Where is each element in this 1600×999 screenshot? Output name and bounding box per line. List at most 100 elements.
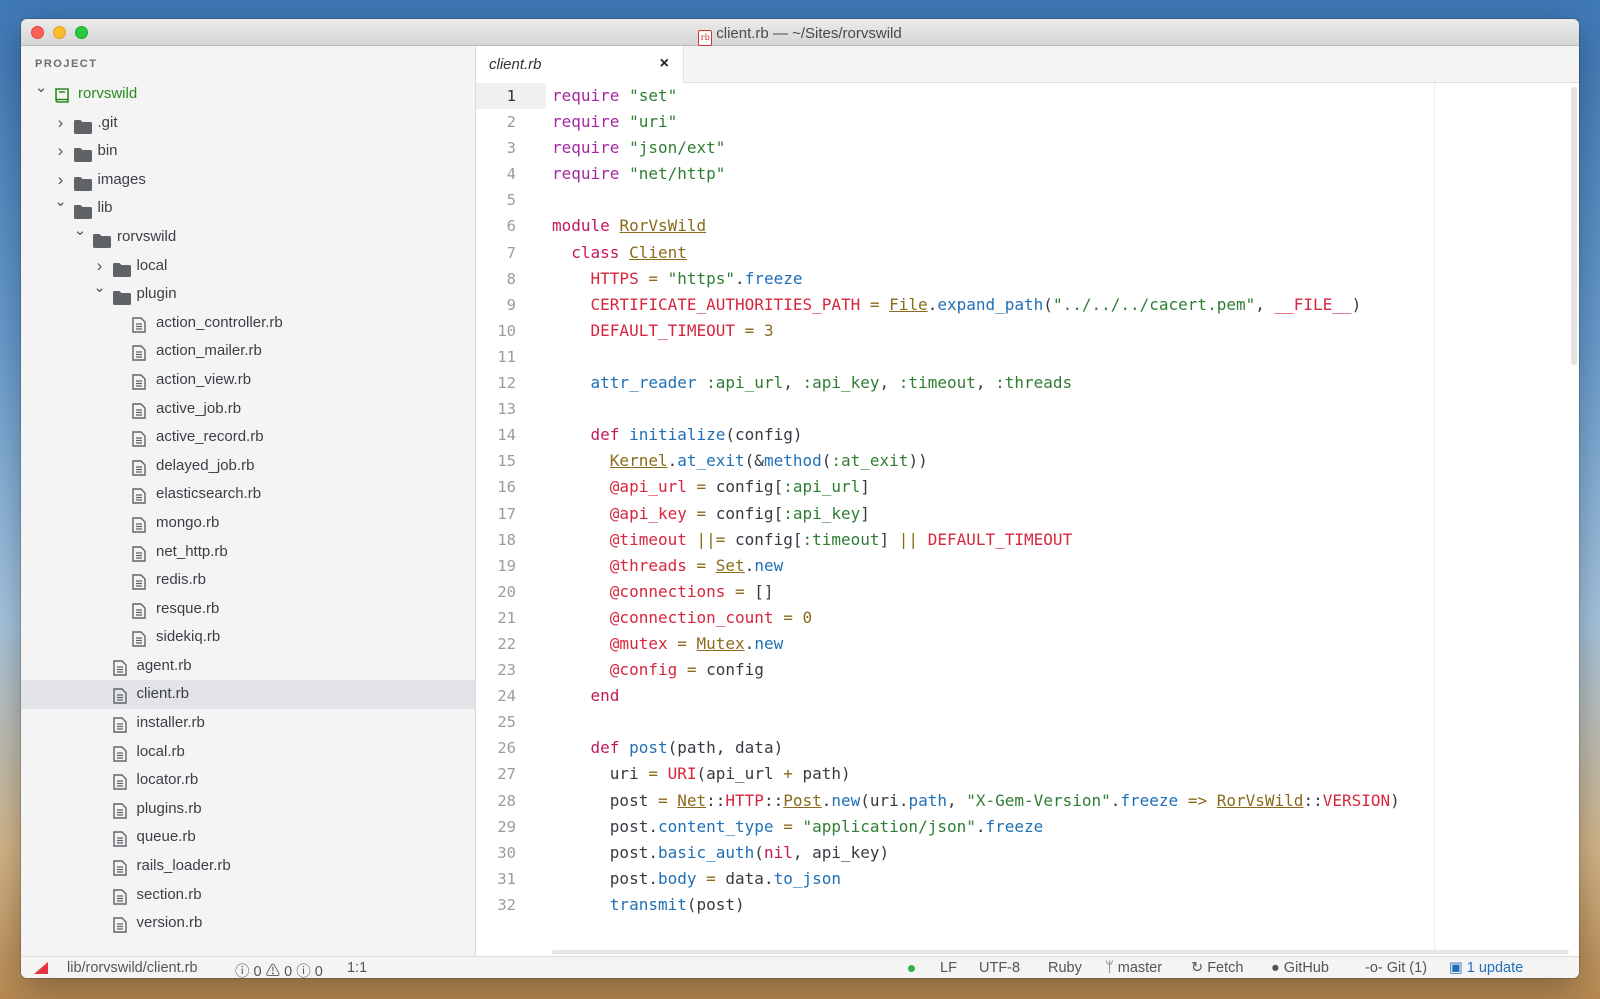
- chevron-down-icon[interactable]: ⌄: [54, 188, 68, 217]
- tree-file-item[interactable]: agent.rb: [21, 652, 475, 681]
- tree-folder-item[interactable]: ⌄ rorvswild: [21, 222, 475, 252]
- code-editor[interactable]: 1 2 3 4 5 6 7 8 9 10 11 12 13 14 15 16 17 18 19 20 21 22 23 24 2…: [476, 83, 1579, 956]
- tree-file-item[interactable]: net_http.rb: [21, 538, 475, 567]
- code-token: RorVsWild: [619, 216, 707, 236]
- code-line[interactable]: @api_url = config[:api_url]: [552, 474, 1579, 500]
- code-line[interactable]: transmit(post): [552, 892, 1579, 918]
- fetch-button[interactable]: ↻ Fetch: [1191, 960, 1243, 976]
- horizontal-scrollbar[interactable]: [552, 950, 1569, 954]
- code-line[interactable]: require "uri": [552, 109, 1579, 135]
- code-line[interactable]: CERTIFICATE_AUTHORITIES_PATH = File.expa…: [552, 292, 1579, 318]
- code-line[interactable]: @threads = Set.new: [552, 553, 1579, 579]
- tab-client-rb[interactable]: client.rb ×: [476, 46, 684, 83]
- code-line[interactable]: post.basic_auth(nil, api_key): [552, 840, 1579, 866]
- tree-file-item[interactable]: elasticsearch.rb: [21, 480, 475, 509]
- github-button[interactable]: ● GitHub: [1271, 960, 1329, 976]
- tree-file-item[interactable]: action_mailer.rb: [21, 337, 475, 366]
- chevron-down-icon[interactable]: ⌄: [34, 74, 48, 103]
- chevron-right-icon[interactable]: ›: [54, 109, 68, 138]
- code-token: Client: [629, 242, 687, 262]
- tree-file-item[interactable]: local.rb: [21, 738, 475, 767]
- code-line[interactable]: post = Net::HTTP::Post.new(uri.path, "X-…: [552, 788, 1579, 814]
- tree-file-item[interactable]: locator.rb: [21, 766, 475, 795]
- code-line[interactable]: Kernel.at_exit(&method(:at_exit)): [552, 448, 1579, 474]
- tree-file-item[interactable]: action_controller.rb: [21, 309, 475, 338]
- line-ending[interactable]: LF: [940, 960, 957, 976]
- code-line[interactable]: [552, 187, 1579, 213]
- code-line[interactable]: end: [552, 683, 1579, 709]
- code-line[interactable]: require "net/http": [552, 161, 1579, 187]
- tree-file-item[interactable]: resque.rb: [21, 595, 475, 624]
- tree-item-label: action_mailer.rb: [156, 342, 262, 360]
- line-number-gutter: 1 2 3 4 5 6 7 8 9 10 11 12 13 14 15 16 17 18 19 20 21 22 23 24 2…: [476, 83, 546, 956]
- tree-file-item[interactable]: active_record.rb: [21, 423, 475, 452]
- git-branch[interactable]: ᛘ master: [1105, 960, 1162, 976]
- code-token: .: [975, 816, 986, 836]
- git-button[interactable]: -o- Git (1): [1365, 960, 1427, 976]
- code-line[interactable]: require "json/ext": [552, 135, 1579, 161]
- chevron-right-icon[interactable]: ›: [54, 137, 68, 166]
- tree-file-item[interactable]: plugins.rb: [21, 795, 475, 824]
- code-line[interactable]: require "set": [552, 83, 1579, 109]
- code-token: Set: [715, 555, 745, 575]
- cursor-position[interactable]: 1:1: [347, 960, 367, 976]
- code-lines[interactable]: require "set" require "uri" require "json/…: [552, 83, 1579, 918]
- line-number: 4: [506, 165, 516, 184]
- diagnostics-count[interactable]: ⓘ 0 ⚠ 0 ⓘ 0: [235, 960, 323, 978]
- code-line[interactable]: [552, 396, 1579, 422]
- code-line[interactable]: module RorVsWild: [552, 213, 1579, 239]
- code-line[interactable]: post.body = data.to_json: [552, 866, 1579, 892]
- code-line[interactable]: @connection_count = 0: [552, 605, 1579, 631]
- code-line[interactable]: def post(path, data): [552, 735, 1579, 761]
- code-token: path: [908, 790, 947, 810]
- code-line[interactable]: class Client: [552, 240, 1579, 266]
- tree-file-item[interactable]: redis.rb: [21, 566, 475, 595]
- tree-file-item[interactable]: version.rb: [21, 909, 475, 938]
- close-tab-icon[interactable]: ×: [660, 55, 669, 73]
- code-line[interactable]: post.content_type = "application/json".f…: [552, 814, 1579, 840]
- code-line[interactable]: DEFAULT_TIMEOUT = 3: [552, 318, 1579, 344]
- code-line[interactable]: @connections = []: [552, 579, 1579, 605]
- chevron-down-icon[interactable]: ⌄: [73, 217, 87, 246]
- code-line[interactable]: attr_reader :api_url, :api_key, :timeout…: [552, 370, 1579, 396]
- tree-file-item[interactable]: active_job.rb: [21, 395, 475, 424]
- code-token: :timeout: [802, 529, 880, 549]
- code-line[interactable]: @api_key = config[:api_key]: [552, 501, 1579, 527]
- tab-bar: client.rb ×: [476, 46, 1579, 83]
- file-encoding[interactable]: UTF-8: [979, 960, 1020, 976]
- vertical-scrollbar[interactable]: [1571, 87, 1577, 365]
- tree-file-item[interactable]: installer.rb: [21, 709, 475, 738]
- tree-file-item[interactable]: rails_loader.rb: [21, 852, 475, 881]
- code-line[interactable]: uri = URI(api_url + path): [552, 761, 1579, 787]
- code-line[interactable]: [552, 709, 1579, 735]
- code-line[interactable]: @mutex = Mutex.new: [552, 631, 1579, 657]
- chevron-down-icon[interactable]: ⌄: [93, 274, 107, 303]
- tree-folder-item[interactable]: › .git: [21, 109, 475, 138]
- tree-file-item[interactable]: action_view.rb: [21, 366, 475, 395]
- tree-file-item[interactable]: sidekiq.rb: [21, 623, 475, 652]
- tree-file-item[interactable]: client.rb: [21, 680, 475, 710]
- code-line[interactable]: HTTPS = "https".freeze: [552, 266, 1579, 292]
- tree-file-item[interactable]: section.rb: [21, 881, 475, 910]
- line-number: 17: [497, 504, 516, 523]
- linter-icon[interactable]: [34, 962, 48, 974]
- tree-file-item[interactable]: delayed_job.rb: [21, 452, 475, 481]
- tree-file-item[interactable]: queue.rb: [21, 823, 475, 852]
- code-line[interactable]: @timeout ||= config[:timeout] || DEFAULT…: [552, 527, 1579, 553]
- code-line[interactable]: def initialize(config): [552, 422, 1579, 448]
- tree-item-label: agent.rb: [136, 656, 192, 674]
- tree-file-item[interactable]: mongo.rb: [21, 509, 475, 538]
- tree-folder-item[interactable]: › local: [21, 252, 475, 281]
- code-line[interactable]: @config = config: [552, 657, 1579, 683]
- file-path[interactable]: lib/rorvswild/client.rb: [67, 960, 198, 976]
- grammar-selector[interactable]: Ruby: [1048, 960, 1082, 976]
- line-number: 8: [506, 269, 516, 288]
- code-line[interactable]: [552, 344, 1579, 370]
- tree-folder-item[interactable]: ⌄ lib: [21, 193, 475, 223]
- tree-folder-item[interactable]: › bin: [21, 137, 475, 166]
- code-token: @connection_count: [609, 607, 774, 627]
- tree-folder-item[interactable]: ⌄ rorvswild: [21, 79, 475, 109]
- update-button[interactable]: ▣ 1 update: [1449, 960, 1523, 976]
- tree-folder-item[interactable]: ⌄ plugin: [21, 279, 475, 309]
- tree-folder-item[interactable]: › images: [21, 166, 475, 195]
